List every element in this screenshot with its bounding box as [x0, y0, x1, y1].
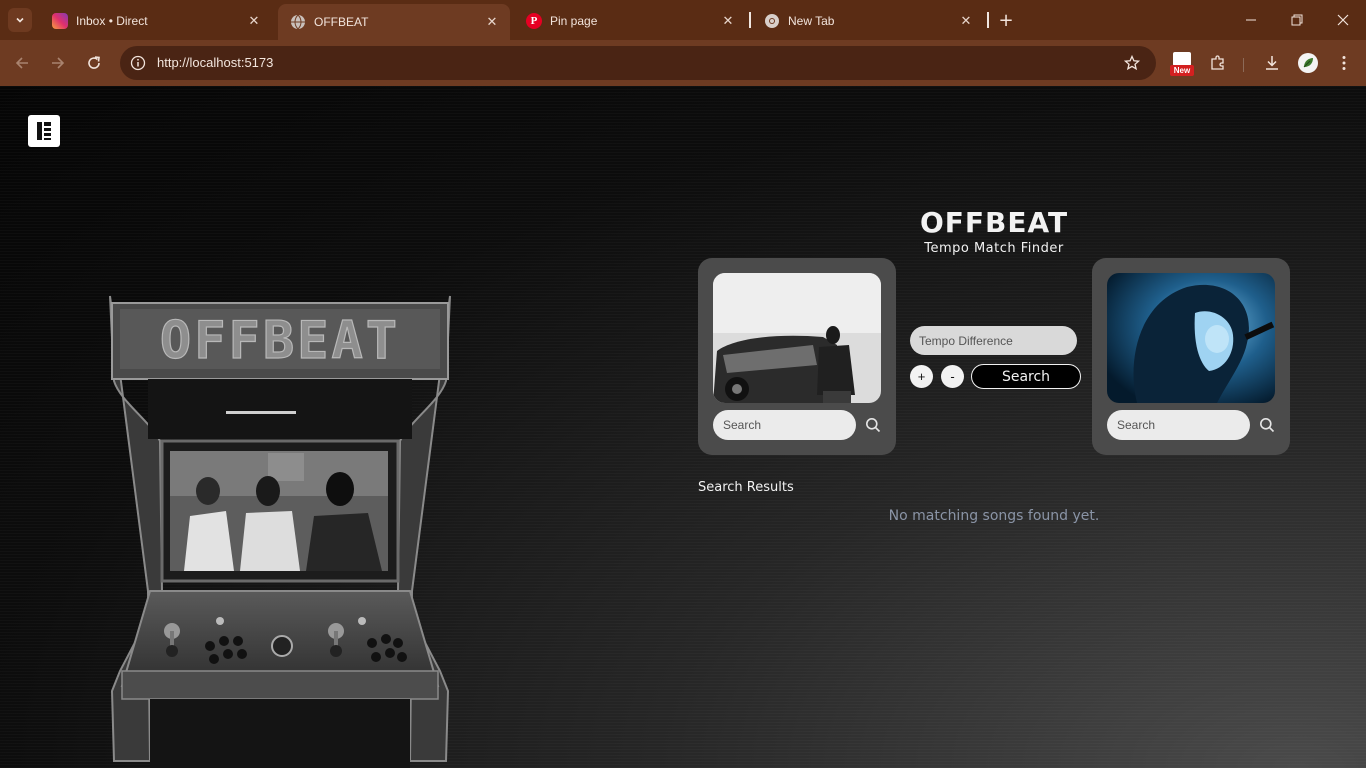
- document-icon: [1173, 52, 1191, 66]
- close-icon[interactable]: ✕: [958, 13, 974, 29]
- close-icon[interactable]: ✕: [720, 13, 736, 29]
- new-badge: New: [1170, 65, 1194, 76]
- search-icon: [1260, 418, 1275, 433]
- tab-new-tab[interactable]: New Tab ✕: [752, 5, 984, 36]
- toolbar-divider: [1243, 58, 1244, 72]
- minimize-button[interactable]: [1241, 10, 1261, 30]
- star-icon: [1124, 55, 1140, 71]
- tab-divider: [749, 12, 751, 28]
- bookmark-button[interactable]: [1122, 53, 1142, 73]
- tab-title: New Tab: [788, 13, 835, 28]
- left-search-button[interactable]: [864, 416, 882, 434]
- profile-avatar[interactable]: [1298, 53, 1318, 73]
- tab-offbeat[interactable]: OFFBEAT ✕: [278, 4, 510, 40]
- search-button[interactable]: Search: [971, 364, 1081, 389]
- search-results-empty-message: No matching songs found yet.: [888, 508, 1100, 524]
- reload-icon: [88, 56, 100, 69]
- album-art-right: [1107, 273, 1275, 403]
- search-icon: [866, 418, 881, 433]
- app-subtitle: Tempo Match Finder: [924, 241, 1064, 256]
- close-icon: [1337, 14, 1349, 26]
- app-logo-button[interactable]: [28, 115, 60, 147]
- leaf-icon: [1303, 58, 1313, 68]
- restore-button[interactable]: [1287, 10, 1307, 30]
- app-logo-icon: [37, 122, 51, 140]
- tab-pinterest[interactable]: P Pin page ✕: [514, 5, 746, 36]
- tab-instagram[interactable]: Inbox • Direct ✕: [40, 5, 272, 36]
- offbeat-page: OFFBEAT OFFBEAT Tempo Match Finder Searc…: [0, 86, 1366, 768]
- puzzle-icon: [1211, 55, 1224, 70]
- chrome-icon: [765, 13, 779, 28]
- arcade-marquee-text: OFFBEAT: [160, 311, 400, 371]
- url-text: http://localhost:5173: [157, 55, 274, 70]
- search-results-heading: Search Results: [698, 480, 794, 495]
- tab-search-button[interactable]: [8, 8, 32, 32]
- tab-title: Inbox • Direct: [76, 13, 148, 28]
- tempo-increase-button[interactable]: +: [910, 365, 933, 388]
- download-icon: [1266, 56, 1278, 70]
- browser-toolbar: http://localhost:5173: [0, 40, 1366, 86]
- address-bar[interactable]: http://localhost:5173: [120, 46, 1156, 80]
- downloads-button[interactable]: [1261, 52, 1283, 74]
- chevron-down-icon: [16, 17, 24, 23]
- more-vertical-icon: [1342, 56, 1346, 70]
- arrow-left-icon: [15, 57, 28, 69]
- close-window-button[interactable]: [1333, 10, 1353, 30]
- extension-new-button[interactable]: New: [1170, 52, 1194, 76]
- extensions-button[interactable]: [1207, 52, 1229, 74]
- close-icon[interactable]: ✕: [484, 14, 500, 30]
- pinterest-icon: P: [526, 12, 542, 29]
- tab-title: Pin page: [550, 13, 598, 28]
- back-button[interactable]: [10, 51, 34, 75]
- site-info-button[interactable]: [128, 53, 148, 73]
- right-search-button[interactable]: [1258, 416, 1276, 434]
- right-song-search-input[interactable]: [1107, 410, 1250, 440]
- close-icon[interactable]: ✕: [246, 13, 262, 29]
- arcade-cabinet-image: OFFBEAT: [109, 295, 451, 768]
- arrow-right-icon: [52, 57, 65, 69]
- restore-icon: [1291, 14, 1303, 26]
- reload-button[interactable]: [82, 51, 106, 75]
- minimize-icon: [1246, 19, 1256, 21]
- globe-icon: [291, 14, 305, 30]
- forward-button[interactable]: [46, 51, 70, 75]
- instagram-icon: [52, 12, 68, 29]
- song-card-left: [698, 258, 896, 455]
- info-icon: [130, 55, 146, 71]
- song-card-right: [1092, 258, 1290, 455]
- left-song-search-input[interactable]: [713, 410, 856, 440]
- album-art-left: [713, 273, 881, 403]
- new-tab-button[interactable]: +: [995, 9, 1017, 31]
- tab-divider: [987, 12, 989, 28]
- browser-menu-button[interactable]: [1333, 52, 1355, 74]
- app-title: OFFBEAT: [919, 206, 1069, 239]
- tempo-decrease-button[interactable]: -: [941, 365, 964, 388]
- tempo-difference-input[interactable]: [910, 326, 1077, 355]
- tab-title: OFFBEAT: [314, 15, 369, 29]
- tab-bar: Inbox • Direct ✕ OFFBEAT ✕ P Pin page ✕ …: [0, 0, 1366, 40]
